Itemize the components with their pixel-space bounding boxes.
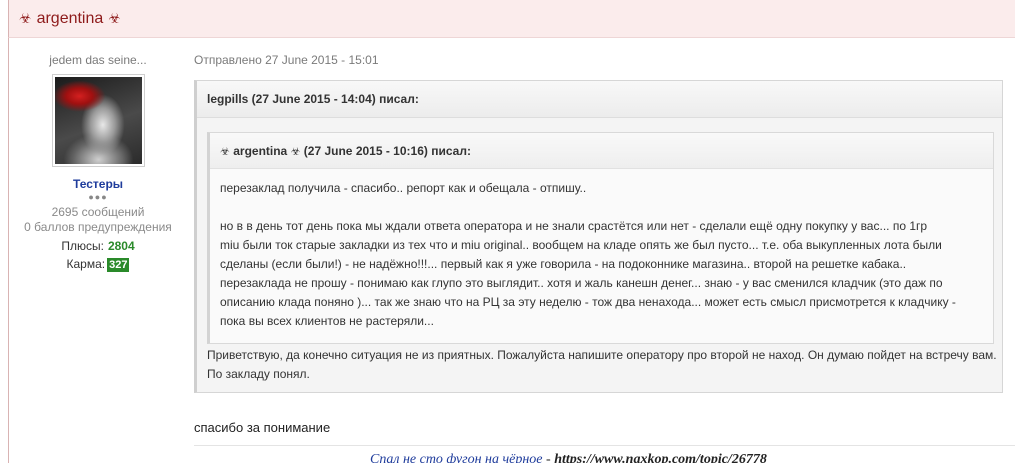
reply-line: Приветствую, да конечно ситуация не из п… [207,348,997,362]
post-author-name[interactable]: argentina [37,10,104,28]
signature: Спал не сто фугон на чёрное - https://ww… [370,452,767,463]
plus-value: 2804 [107,239,135,253]
scroll-edge [1015,0,1025,463]
author-panel: jedem das seine... Тестеры ●●● 2695 сооб… [8,38,188,463]
karma-label: Карма: [66,257,106,271]
biohazard-icon: ☣ [19,10,32,26]
signature-sep: - [542,452,555,463]
biohazard-icon: ☣ [220,146,230,158]
blockquote-outer: legpills (27 June 2015 - 14:04) писал: ☣… [194,80,1003,393]
quote-citation: legpills (27 June 2015 - 14:04) писал: [197,81,1002,118]
post-header: ☣ argentina ☣ [8,0,1025,38]
signature-url: https://www.naxkop.com/topic/26778 [554,452,767,463]
post-text: спасибо за понимание [194,420,331,435]
quote-line: miu были ток старые закладки из тех что … [220,238,942,252]
quote-line: но в в день тот день пока мы ждали ответ… [220,219,928,233]
biohazard-icon: ☣ [108,10,121,26]
biohazard-icon: ☣ [290,146,301,158]
author-title: jedem das seine... [49,53,147,67]
rank-pips: ●●● [88,192,108,202]
post-count: 2695 сообщений [51,205,145,219]
reply-line: По закладу понял. [207,367,310,381]
quote-citation-inner: ☣ argentina ☣ (27 June 2015 - 10:16) пис… [210,133,993,169]
karma-badge: 327 [107,258,130,272]
quote-line: перезаклада не прошу - понимаю как глупо… [220,276,943,290]
quote-reply: Приветствую, да конечно ситуация не из п… [207,346,1007,384]
quote-author: argentina [233,144,288,158]
plus-row: Плюсы: 2804 [8,239,188,253]
author-group: Тестеры [72,177,124,191]
karma-row: Карма: 327 [8,257,188,272]
blockquote-inner: ☣ argentina ☣ (27 June 2015 - 10:16) пис… [207,132,994,344]
avatar-image [54,77,142,164]
quote-timestamp: (27 June 2015 - 10:16) писал: [303,144,471,158]
quote-line: сделаны (если были!) - не надёжно!!!... … [220,257,907,271]
plus-label: Плюсы: [61,239,104,253]
quote-line: перезаклад получила - спасибо.. репорт к… [220,181,587,195]
signature-divider [194,445,1015,446]
warning-points: 0 баллов предупреждения [24,220,172,234]
quote-body: перезаклад получила - спасибо.. репорт к… [210,169,993,331]
quote-line: описанию клада поняно )... так же знаю ч… [220,295,956,309]
post-date: Отправлено 27 June 2015 - 15:01 [194,53,379,67]
signature-link[interactable]: Спал не сто фугон на чёрное [370,452,543,463]
avatar[interactable] [51,74,145,167]
quote-line: пока вы всех клиентов не растеряли... [220,314,434,328]
